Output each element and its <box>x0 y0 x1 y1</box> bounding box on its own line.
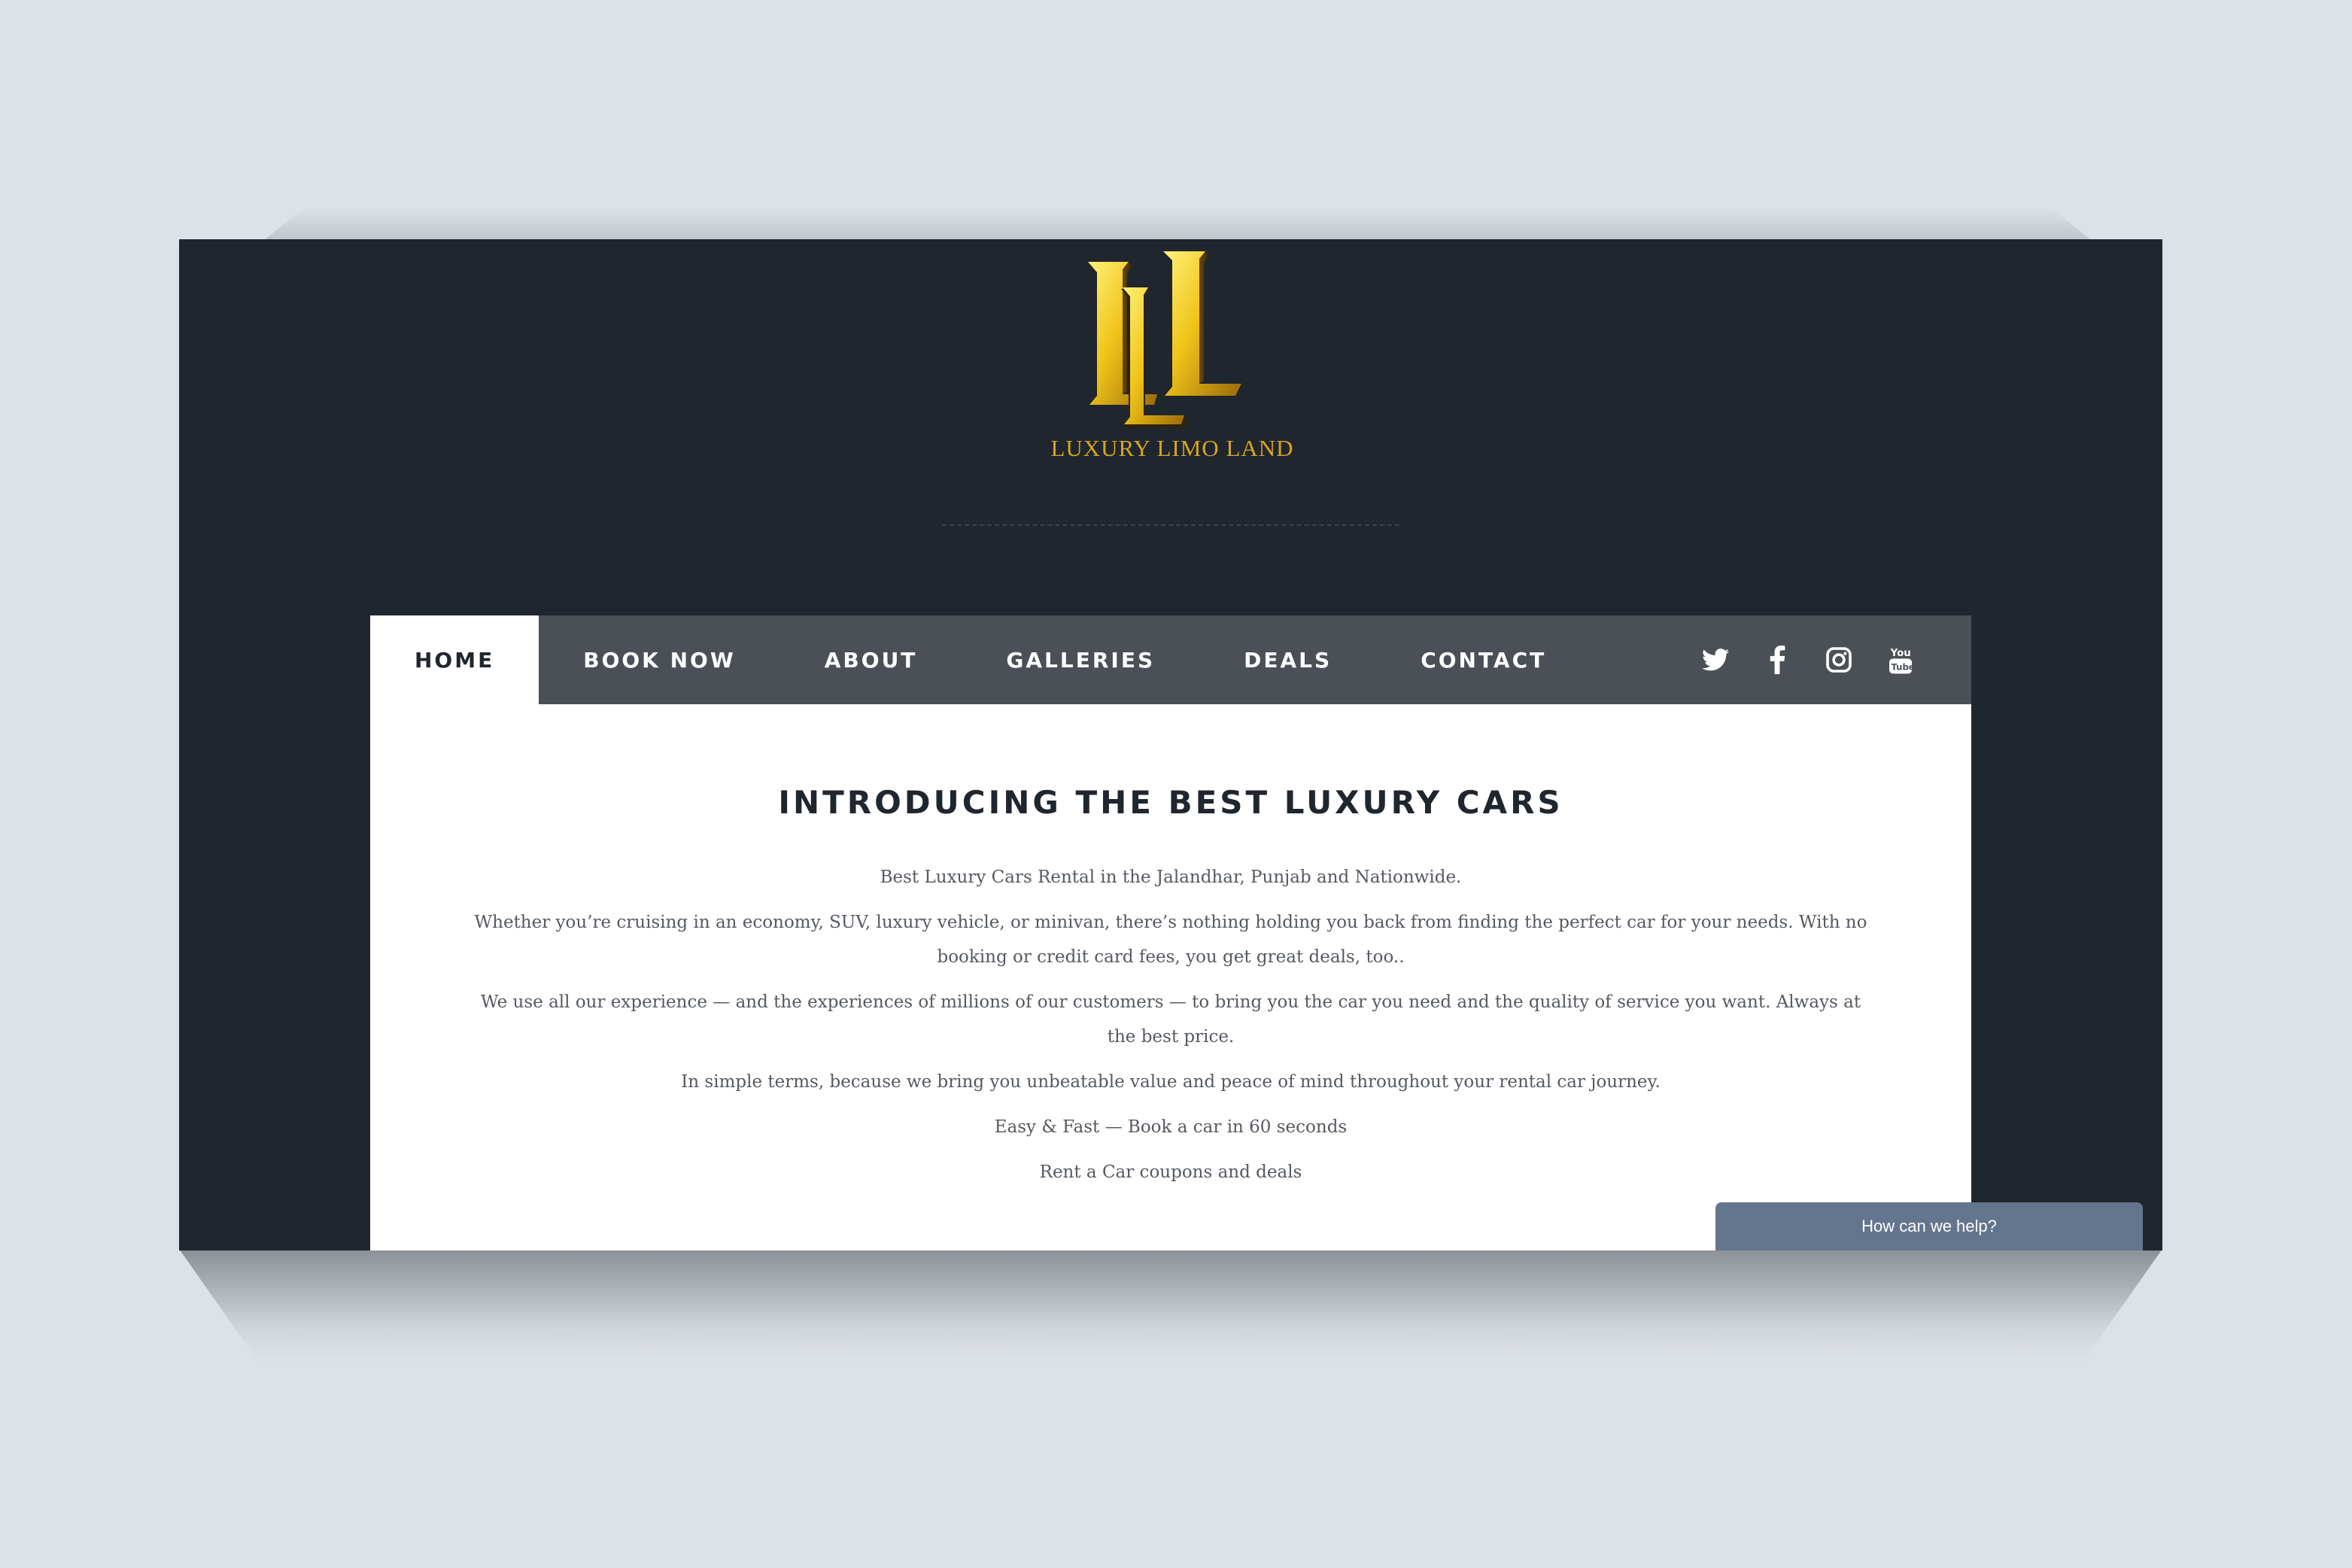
intro-paragraph: Easy & Fast — Book a car in 60 seconds <box>994 1117 1348 1137</box>
nav-book-now[interactable]: BOOK NOW <box>539 615 780 704</box>
main-content: INTRODUCING THE BEST LUXURY CARS Best Lu… <box>370 704 1971 1250</box>
logo-mark-icon <box>1088 251 1241 427</box>
nav-home[interactable]: HOME <box>370 615 539 704</box>
logo-text: LUXURY LIMO LAND <box>1050 435 1294 461</box>
intro-paragraph: We use all our experience — and the expe… <box>480 992 1861 1047</box>
page-headline: INTRODUCING THE BEST LUXURY CARS <box>778 784 1563 821</box>
twitter-icon[interactable] <box>1700 645 1731 675</box>
window-shadow-bottom <box>179 1249 2162 1362</box>
intro-paragraph: Best Luxury Cars Rental in the Jalandhar… <box>880 868 1462 887</box>
instagram-icon[interactable] <box>1824 645 1854 675</box>
svg-text:Tube: Tube <box>1892 661 1914 672</box>
intro-paragraph: Whether you’re cruising in an economy, S… <box>474 913 1867 967</box>
main-nav: HOME BOOK NOW ABOUT GALLERIES DEALS CONT… <box>370 615 1971 704</box>
nav-contact[interactable]: CONTACT <box>1376 615 1591 704</box>
browser-window: LUXURY LIMO LAND HOME BOOK NOW ABOUT GAL… <box>179 239 2162 1250</box>
intro-paragraph: In simple terms, because we bring you un… <box>681 1072 1661 1092</box>
header-divider <box>942 524 1399 526</box>
social-links: You Tube <box>1700 615 1971 704</box>
chat-help-button[interactable]: How can we help? <box>1715 1202 2143 1250</box>
nav-galleries[interactable]: GALLERIES <box>962 615 1199 704</box>
svg-text:You: You <box>1890 648 1911 659</box>
youtube-icon[interactable]: You Tube <box>1886 645 1916 675</box>
site-logo[interactable]: LUXURY LIMO LAND <box>1044 244 1300 469</box>
intro-paragraph: Rent a Car coupons and deals <box>1039 1162 1302 1182</box>
facebook-icon[interactable] <box>1762 645 1792 675</box>
nav-deals[interactable]: DEALS <box>1199 615 1376 704</box>
intro-text: Best Luxury Cars Rental in the Jalandhar… <box>471 860 1870 1190</box>
nav-about[interactable]: ABOUT <box>780 615 962 704</box>
